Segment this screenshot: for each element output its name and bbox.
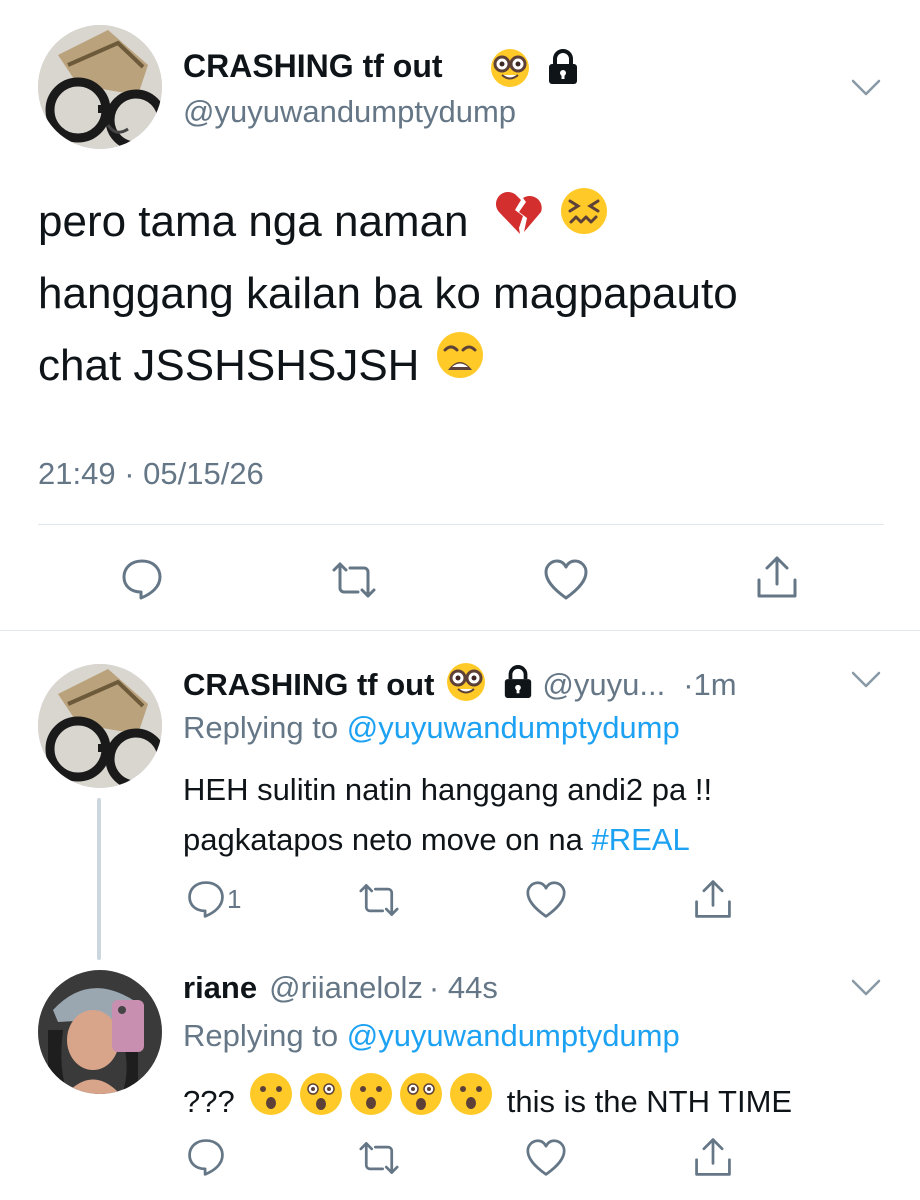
reply1-replying-to: Replying to @yuyuwandumptydump bbox=[183, 710, 680, 745]
reply-icon[interactable] bbox=[119, 556, 165, 602]
reply2-time: · 44s bbox=[428, 970, 498, 1005]
hashtag-link[interactable]: #REAL bbox=[591, 822, 689, 857]
retweet-icon[interactable] bbox=[328, 558, 380, 602]
weary-face-emoji bbox=[435, 330, 485, 402]
hushed-face-emoji bbox=[349, 1072, 393, 1131]
reply-count: 1 bbox=[227, 883, 242, 914]
like-icon[interactable] bbox=[524, 1138, 568, 1178]
hushed-face-emoji bbox=[449, 1072, 493, 1131]
tweet-line-2: hanggang kailan ba ko magpapauto bbox=[38, 269, 738, 318]
reply1-line1: HEH sulitin natin hanggang andi2 pa !! bbox=[183, 772, 713, 807]
main-tweet-text: pero tama nga naman hanggang kailan ba k… bbox=[38, 186, 888, 402]
share-icon[interactable] bbox=[692, 1134, 734, 1180]
reply1-avatar[interactable] bbox=[38, 664, 162, 788]
chevron-down-icon[interactable] bbox=[850, 978, 882, 998]
reply2-handle[interactable]: @riianelolz bbox=[269, 970, 423, 1006]
reply2-text: ??? this is the NTH TIME bbox=[183, 1072, 792, 1131]
replying-to-link[interactable]: @yuyuwandumptydump bbox=[347, 710, 680, 745]
hushed-face-emoji bbox=[249, 1072, 293, 1131]
main-handle[interactable]: @yuyuwandumptydump bbox=[183, 94, 516, 130]
divider bbox=[38, 524, 884, 525]
reply1-reply-action[interactable]: 1 bbox=[185, 878, 241, 920]
reply2-prefix: ??? bbox=[183, 1083, 235, 1119]
main-avatar[interactable] bbox=[38, 25, 162, 149]
replying-to-link[interactable]: @yuyuwandumptydump bbox=[347, 1018, 680, 1053]
lock-icon bbox=[502, 664, 534, 705]
thread-line bbox=[97, 798, 101, 960]
broken-heart-emoji bbox=[495, 186, 545, 258]
nerd-face-emoji bbox=[490, 48, 530, 88]
reply1-time: ·1m bbox=[683, 666, 737, 702]
chevron-down-icon[interactable] bbox=[850, 670, 882, 690]
share-icon[interactable] bbox=[692, 876, 734, 922]
reply2-display-name[interactable]: riane bbox=[183, 970, 257, 1006]
like-icon[interactable] bbox=[524, 880, 568, 920]
reply1-handle[interactable]: @yuyu... bbox=[542, 667, 665, 703]
reply1-text: HEH sulitin natin hanggang andi2 pa !! p… bbox=[183, 765, 863, 865]
share-icon[interactable] bbox=[754, 552, 800, 602]
reply-icon[interactable] bbox=[185, 878, 227, 920]
reply1-display-name[interactable]: CRASHING tf out bbox=[183, 667, 434, 703]
retweet-icon[interactable] bbox=[355, 880, 403, 920]
astonished-face-emoji bbox=[399, 1072, 443, 1131]
section-divider bbox=[0, 630, 920, 631]
like-icon[interactable] bbox=[542, 558, 590, 602]
lock-icon bbox=[546, 48, 580, 86]
chevron-down-icon[interactable] bbox=[850, 78, 882, 98]
reply2-suffix: this is the NTH TIME bbox=[506, 1083, 793, 1119]
nerd-face-emoji bbox=[446, 662, 486, 707]
reply2-replying-to: Replying to @yuyuwandumptydump bbox=[183, 1018, 680, 1053]
main-display-name[interactable]: CRASHING tf out bbox=[183, 48, 443, 85]
astonished-face-emoji bbox=[299, 1072, 343, 1131]
reply2-header: riane @riianelolz · 44s bbox=[183, 970, 498, 1006]
reply1-header: CRASHING tf out @yuyu... ·1m bbox=[183, 662, 737, 707]
retweet-icon[interactable] bbox=[355, 1138, 403, 1178]
tweet-line-3: chat JSSHSHSJSH bbox=[38, 341, 420, 390]
tweet-line-1: pero tama nga naman bbox=[38, 197, 469, 246]
confounded-face-emoji bbox=[559, 186, 609, 258]
tweet-timestamp[interactable]: 21:49 · 05/15/26 bbox=[38, 456, 264, 492]
reply1-line2: pagkatapos neto move on na bbox=[183, 822, 583, 857]
reply2-avatar[interactable] bbox=[38, 970, 162, 1094]
reply-icon[interactable] bbox=[185, 1136, 227, 1178]
